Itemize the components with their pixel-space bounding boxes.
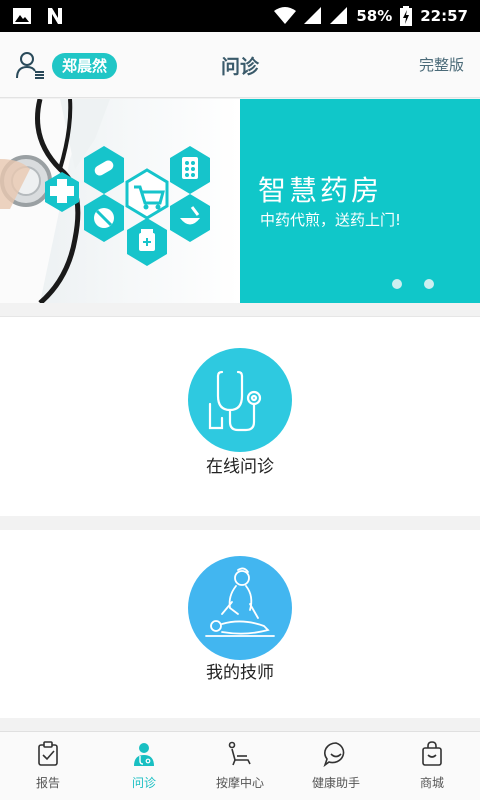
report-icon [38,741,58,766]
tab-health-assistant[interactable]: 健康助手 [288,732,384,800]
page-title: 问诊 [220,56,259,78]
tab-massage-center-label: 按摩中心 [215,776,264,790]
tab-consultation-label: 问诊 [131,776,156,790]
n-icon [48,8,62,24]
full-version-button[interactable]: 完整版 [419,54,464,75]
image-icon [13,8,31,24]
banner-title: 智慧药房 [258,174,383,207]
banner-subtitle: 中药代煎，送药上门! [260,211,402,229]
status-bar: 58% 22:57 [0,0,480,32]
tab-report[interactable]: 报告 [0,732,96,800]
chat-icon [323,742,345,768]
promo-banner[interactable]: 智慧药房 中药代煎，送药上门! [0,99,480,303]
bottom-tab-bar: 报告 问诊 按摩中心 健康助手 商城 [0,731,480,800]
app-header: 郑晨然 问诊 完整版 [0,32,480,98]
carousel-dot[interactable] [392,279,402,289]
clock: 22:57 [420,7,468,25]
signal-icon [304,7,322,24]
online-consultation-label: 在线问诊 [206,457,274,477]
pharmacy-illustration [0,99,210,303]
battery-charging-icon [400,6,413,26]
my-therapist-card[interactable]: 我的技师 [0,530,480,718]
massage-icon[interactable] [188,556,292,660]
stethoscope-icon[interactable] [188,348,292,452]
massage-chair-icon [228,741,251,766]
online-consultation-card[interactable]: 在线问诊 [0,316,480,516]
tab-health-assistant-label: 健康助手 [311,776,360,790]
banner-image [0,99,240,303]
tab-mall[interactable]: 商城 [384,732,480,800]
tab-massage-center[interactable]: 按摩中心 [192,732,288,800]
wifi-icon [274,7,297,24]
tab-mall-label: 商城 [419,776,444,790]
banner-text-panel: 智慧药房 中药代煎，送药上门! [240,99,480,303]
carousel-dot[interactable] [424,279,434,289]
doctor-icon [134,743,154,766]
tab-report-label: 报告 [35,776,60,790]
tab-consultation[interactable]: 问诊 [96,732,192,800]
battery-percent: 58% [356,7,393,25]
signal-icon [330,7,348,24]
shopping-bag-icon [422,741,442,766]
my-therapist-label: 我的技师 [206,663,274,683]
